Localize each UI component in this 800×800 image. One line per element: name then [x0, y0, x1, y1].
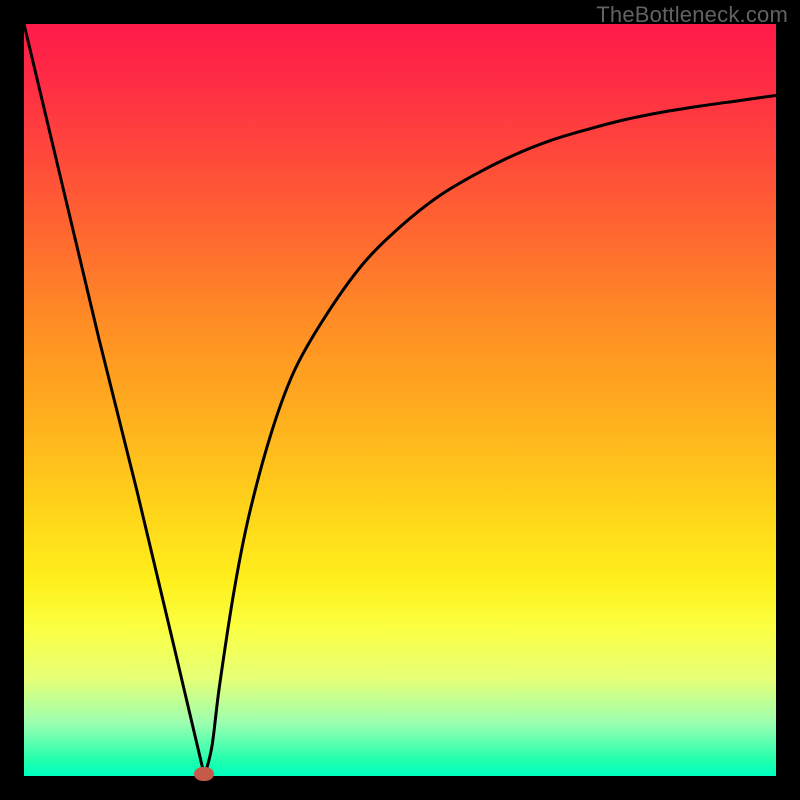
bottleneck-curve [24, 24, 776, 776]
optimal-point-marker [194, 767, 214, 781]
plot-area [24, 24, 776, 776]
watermark-text: TheBottleneck.com [596, 2, 788, 28]
curve-path [24, 24, 776, 776]
